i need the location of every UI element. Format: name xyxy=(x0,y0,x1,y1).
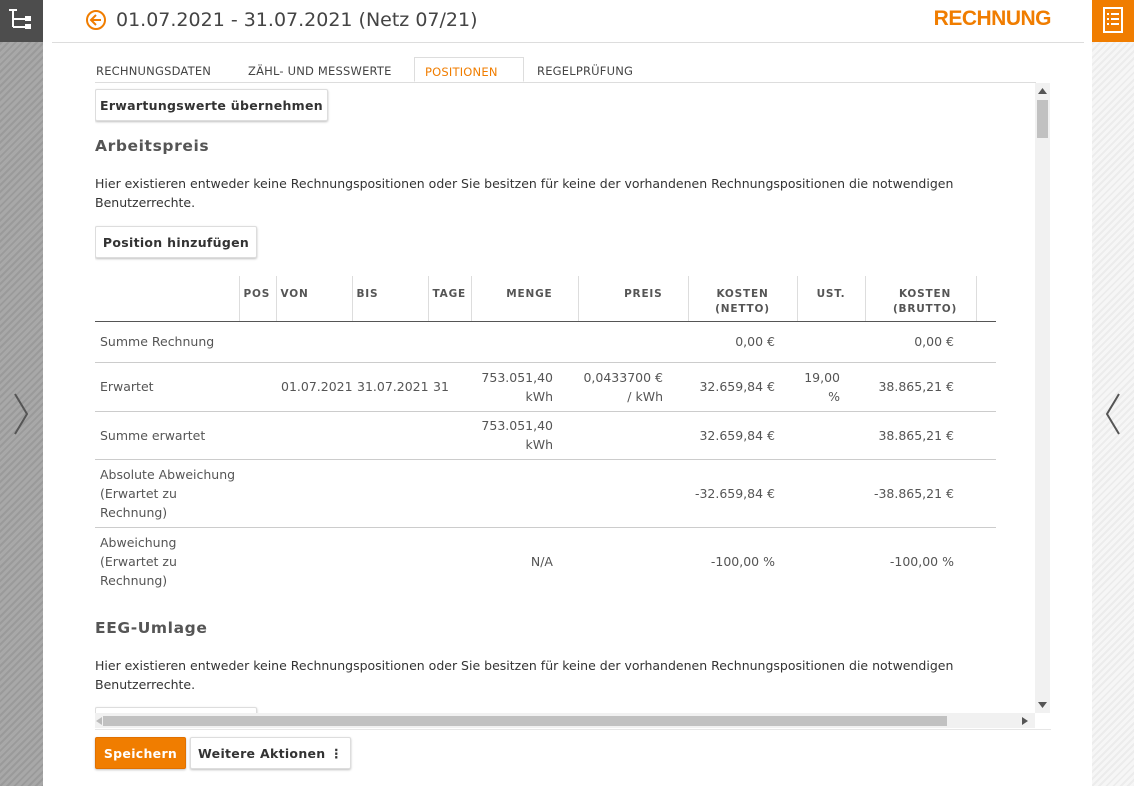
row-label-line: Absolute Abweichung xyxy=(100,466,236,482)
column-header-kosten-brutto[interactable]: KOSTEN (BRUTTO) xyxy=(864,276,976,322)
row-label: Summe erwartet xyxy=(95,411,239,460)
column-header-pos[interactable]: POS xyxy=(238,276,276,322)
cell-kosten-brutto: 0,00 € xyxy=(865,321,976,363)
positions-table: POS VON BIS TAGE MENGE PREIS KOSTEN (NETT… xyxy=(95,276,996,595)
document-list-icon xyxy=(1103,7,1123,33)
column-header-kosten-netto[interactable]: KOSTEN (NETTO) xyxy=(687,276,797,322)
info-text-line: Benutzerrechte. xyxy=(95,195,196,210)
scroll-right-arrow-icon[interactable] xyxy=(1022,717,1028,725)
column-header-label xyxy=(95,276,239,322)
cell-unit: kWh xyxy=(525,388,553,404)
column-header-ust[interactable]: UST. xyxy=(796,276,865,322)
cell-kosten-brutto: -100,00 % xyxy=(889,553,954,569)
info-text-line: Hier existieren entweder keine Rechnungs… xyxy=(95,658,954,673)
cell-kosten-netto: 32.659,84 € xyxy=(688,411,797,460)
column-header-spacer xyxy=(975,276,996,322)
scroll-down-arrow-icon[interactable] xyxy=(1038,702,1047,708)
cell-value: 753.051,40 xyxy=(481,369,553,385)
cell-bis: 31.07.2021 xyxy=(352,362,429,412)
column-header-line: KOSTEN xyxy=(898,288,952,300)
chevron-left-icon[interactable] xyxy=(1105,392,1121,436)
info-text-arbeitspreis: Hier existieren entweder keine Rechnungs… xyxy=(95,174,995,212)
horizontal-scrollbar-thumb[interactable] xyxy=(103,716,947,726)
cell-value: 753.051,40 xyxy=(481,418,553,433)
page-header: 01.07.2021 - 31.07.2021 (Netz 07/21) REC… xyxy=(52,0,1084,43)
row-label: Absolute Abweichung (Erwartet zu Rechnung) xyxy=(95,459,239,528)
cell-menge: 753.051,40 kWh xyxy=(471,362,578,412)
cell-unit: / kWh xyxy=(627,388,663,404)
save-button[interactable]: Speichern xyxy=(95,737,186,769)
column-header-menge[interactable]: MENGE xyxy=(470,276,578,322)
info-text-eeg-umlage: Hier existieren entweder keine Rechnungs… xyxy=(95,656,995,694)
cell-kosten-brutto: -38.865,21 € xyxy=(865,459,976,528)
cell-von: 01.07.2021 xyxy=(276,362,353,412)
cell-menge: N/A xyxy=(530,553,553,569)
cell-kosten-netto: -100,00 % xyxy=(710,553,775,569)
cell-value: 0,0433700 € xyxy=(583,369,663,385)
column-header-von[interactable]: VON xyxy=(275,276,352,322)
cell-ust: 19,00% xyxy=(797,362,865,412)
table-row: Summe Rechnung 0,00 € 0,00 € xyxy=(95,321,996,363)
cell-value: 19,00 xyxy=(804,369,840,385)
chevron-right-icon[interactable] xyxy=(13,392,29,436)
info-text-line: Hier existieren entweder keine Rechnungs… xyxy=(95,176,954,191)
row-label-line: (Erwartet zu xyxy=(100,485,177,501)
page-title: 01.07.2021 - 31.07.2021 (Netz 07/21) xyxy=(116,9,478,31)
info-text-line: Benutzerrechte. xyxy=(95,677,196,692)
table-header-row: POS VON BIS TAGE MENGE PREIS KOSTEN (NETT… xyxy=(95,276,996,322)
table-row: Abweichung (Erwartet zu Rechnung) N/A -100… xyxy=(95,527,996,595)
column-header-preis[interactable]: PREIS xyxy=(577,276,688,322)
row-label-line: Rechnung) xyxy=(100,572,168,588)
column-header-bis[interactable]: BIS xyxy=(351,276,428,322)
column-header-line: KOSTEN xyxy=(716,288,769,300)
cell-menge: 753.051,40 kWh xyxy=(471,411,578,460)
row-label-line: Rechnung) xyxy=(100,504,168,520)
vertical-scrollbar-thumb[interactable] xyxy=(1037,100,1048,138)
column-header-line: (NETTO) xyxy=(715,303,770,315)
tab-positionen[interactable]: POSITIONEN xyxy=(414,57,524,82)
column-header-tage[interactable]: TAGE xyxy=(427,276,471,322)
cell-kosten-brutto: 38.865,21 € xyxy=(865,362,976,412)
cell-tage: 31 xyxy=(428,362,471,412)
more-actions-button[interactable]: Weitere Aktionen ⋮ xyxy=(190,737,351,769)
table-row: Summe erwartet 753.051,40 kWh 32.659,84 €… xyxy=(95,411,996,460)
column-header-line: (BRUTTO) xyxy=(892,303,958,315)
tab-regelpruefung[interactable]: REGELPRÜFUNG xyxy=(537,57,633,82)
horizontal-scrollbar[interactable] xyxy=(95,713,1035,728)
invoice-list-button[interactable] xyxy=(1092,0,1134,42)
back-arrow-icon[interactable] xyxy=(85,9,107,31)
positions-content: Erwartungswerte übernehmen Arbeitspreis … xyxy=(95,83,1033,713)
apply-expected-values-button[interactable]: Erwartungswerte übernehmen xyxy=(95,89,328,121)
row-label: Erwartet xyxy=(95,362,239,412)
cell-kosten-brutto: 38.865,21 € xyxy=(865,411,976,460)
cell-unit: % xyxy=(828,388,840,404)
footer-divider xyxy=(95,729,1051,730)
scroll-left-arrow-icon[interactable] xyxy=(96,717,102,725)
scroll-up-arrow-icon[interactable] xyxy=(1038,88,1047,94)
tab-bar: RECHNUNGSDATEN ZÄHL- UND MESSWERTE POSIT… xyxy=(95,57,1036,83)
section-title-eeg-umlage: EEG-Umlage xyxy=(95,619,208,637)
cell-kosten-netto: 32.659,84 € xyxy=(688,362,797,412)
page-type-label: RECHNUNG xyxy=(933,7,1052,30)
row-label: Summe Rechnung xyxy=(95,321,239,363)
hierarchy-button[interactable] xyxy=(0,0,43,42)
tab-rechnungsdaten[interactable]: RECHNUNGSDATEN xyxy=(96,57,211,82)
cell-preis: 0,0433700 € / kWh xyxy=(578,362,688,412)
section-title-arbeitspreis: Arbeitspreis xyxy=(95,137,210,155)
hierarchy-icon xyxy=(9,9,31,29)
vertical-scrollbar[interactable] xyxy=(1035,83,1050,713)
cell-unit: kWh xyxy=(525,437,553,452)
row-label-line: (Erwartet zu xyxy=(100,553,177,569)
table-row: Absolute Abweichung (Erwartet zu Rechnung)… xyxy=(95,459,996,528)
table-row: Erwartet 01.07.2021 31.07.2021 31 753.05… xyxy=(95,362,996,412)
tab-zaehl-und-messwerte[interactable]: ZÄHL- UND MESSWERTE xyxy=(248,57,392,82)
cell-kosten-netto: 0,00 € xyxy=(688,321,797,363)
row-label-line: Abweichung xyxy=(100,534,177,550)
row-label: Abweichung (Erwartet zu Rechnung) xyxy=(95,527,239,595)
add-position-button[interactable]: Position hinzufügen xyxy=(95,226,257,258)
cell-kosten-netto: -32.659,84 € xyxy=(688,459,797,528)
